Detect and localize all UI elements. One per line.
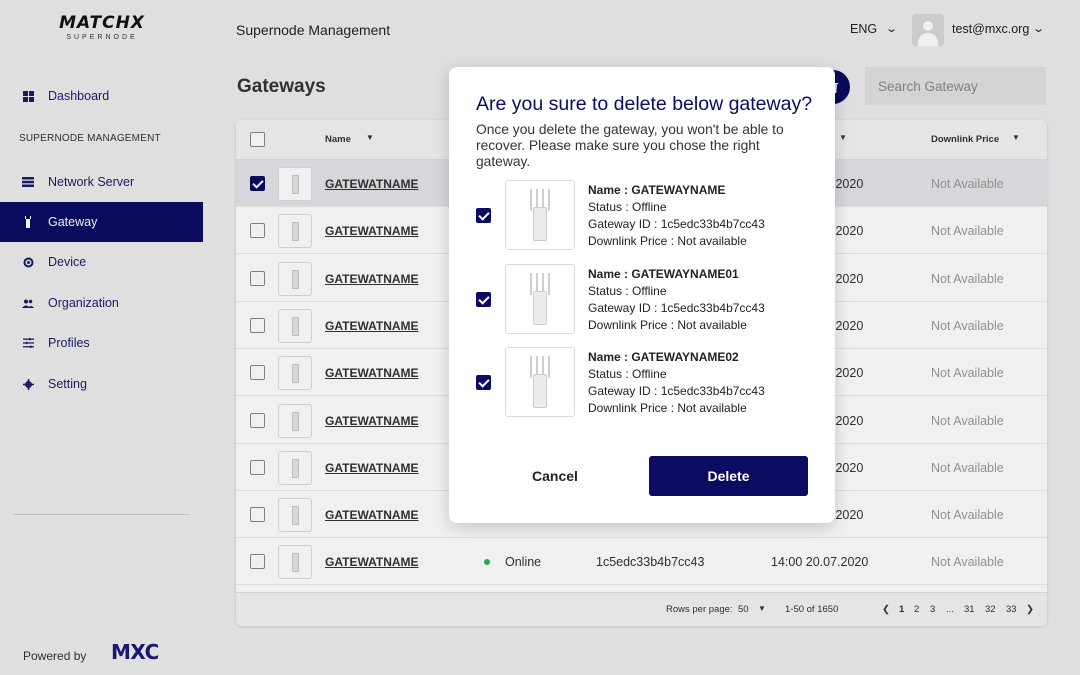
cancel-button[interactable]: Cancel — [499, 456, 611, 496]
dialog-item-name: Name : GATEWAYNAME01 — [588, 266, 739, 281]
dialog-item-name: Name : GATEWAYNAME02 — [588, 350, 739, 365]
dialog-item-downlink: Downlink Price : Not available — [588, 234, 747, 248]
dialog-item-gateway-id: Gateway ID : 1c5edc33b4b7cc43 — [588, 217, 765, 231]
dialog-item-name: Name : GATEWAYNAME — [588, 183, 726, 197]
delete-button[interactable]: Delete — [649, 456, 808, 496]
dialog-gateway-item: Name : GATEWAYNAME02 Status : Offline Gate… — [449, 347, 835, 418]
dialog-item-checkbox[interactable] — [476, 291, 491, 307]
gateway-image — [505, 180, 575, 250]
dialog-item-checkbox[interactable] — [476, 208, 491, 223]
dialog-item-status: Status : Offline — [588, 283, 667, 298]
dialog-item-details: Name : GATEWAYNAME01 Status : Offline Gate… — [588, 266, 765, 334]
gateway-image — [505, 347, 575, 418]
dialog-item-details: Name : GATEWAYNAME Status : Offline Gatewa… — [588, 182, 765, 250]
dialog-item-gateway-id: Gateway ID : 1c5edc33b4b7cc43 — [588, 384, 765, 399]
dialog-gateway-item: Name : GATEWAYNAME Status : Offline Gatewa… — [449, 180, 835, 250]
dialog-item-status: Status : Offline — [588, 200, 667, 214]
dialog-item-details: Name : GATEWAYNAME02 Status : Offline Gate… — [588, 349, 765, 417]
dialog-message: Once you delete the gateway, you won't b… — [476, 122, 784, 169]
dialog-title: Are you sure to delete below gateway? — [476, 93, 813, 115]
dialog-item-downlink: Downlink Price : Not available — [588, 317, 747, 332]
gateway-image — [505, 263, 575, 334]
dialog-item-status: Status : Offline — [588, 367, 667, 382]
delete-gateway-dialog: Are you sure to delete below gateway? On… — [449, 67, 835, 523]
dialog-item-downlink: Downlink Price : Not available — [588, 401, 747, 416]
dialog-item-checkbox[interactable] — [476, 375, 491, 391]
dialog-gateway-item: Name : GATEWAYNAME01 Status : Offline Gate… — [449, 263, 835, 334]
dialog-item-gateway-id: Gateway ID : 1c5edc33b4b7cc43 — [588, 300, 765, 315]
